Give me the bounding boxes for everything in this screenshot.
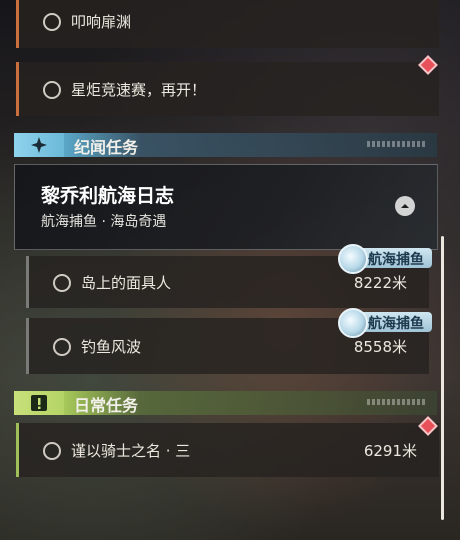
quest-status-circle-icon	[43, 81, 61, 99]
quest-status-circle-icon	[43, 442, 61, 460]
card-title: 黎乔利航海日志	[41, 185, 175, 207]
quest-label: 谨以骑士之名 · 三	[71, 442, 191, 460]
story-quest-card[interactable]: 黎乔利航海日志 航海捕鱼 · 海岛奇遇	[14, 164, 438, 250]
fishing-wave-icon	[338, 308, 368, 338]
quest-distance: 6291米	[363, 442, 417, 460]
exclamation-box-icon	[14, 391, 64, 415]
quest-item[interactable]: 星炬竞速赛，再开！	[16, 62, 439, 116]
quest-distance: 8558米	[353, 338, 407, 356]
section-title: 日常任务	[74, 396, 139, 415]
badge-label: 航海捕鱼	[368, 252, 424, 268]
quest-distance: 8222米	[353, 274, 407, 292]
section-decoration	[367, 141, 427, 147]
section-header-daily: 日常任务	[14, 391, 437, 415]
quest-label: 岛上的面具人	[81, 274, 172, 292]
quest-item[interactable]: 谨以骑士之名 · 三 6291米	[16, 423, 439, 477]
section-decoration	[367, 399, 427, 405]
quest-status-circle-icon	[53, 338, 71, 356]
section-title: 纪闻任务	[74, 138, 139, 157]
card-subtitle: 航海捕鱼 · 海岛奇遇	[41, 214, 167, 230]
badge-label: 航海捕鱼	[368, 316, 424, 332]
fishing-badge: 航海捕鱼	[338, 308, 432, 338]
scrollbar[interactable]	[441, 236, 444, 520]
chevron-up-icon[interactable]	[395, 196, 415, 216]
quest-label: 叩响扉渊	[71, 13, 132, 31]
fishing-wave-icon	[338, 244, 368, 274]
quest-item[interactable]: 叩响扉渊	[16, 0, 439, 48]
section-header-story: 纪闻任务	[14, 133, 437, 157]
fishing-badge: 航海捕鱼	[338, 244, 432, 274]
sparkle-icon	[14, 133, 64, 157]
quest-status-circle-icon	[43, 13, 61, 31]
quest-label: 钓鱼风波	[81, 338, 142, 356]
quest-status-circle-icon	[53, 274, 71, 292]
quest-label: 星炬竞速赛，再开！	[71, 81, 207, 99]
